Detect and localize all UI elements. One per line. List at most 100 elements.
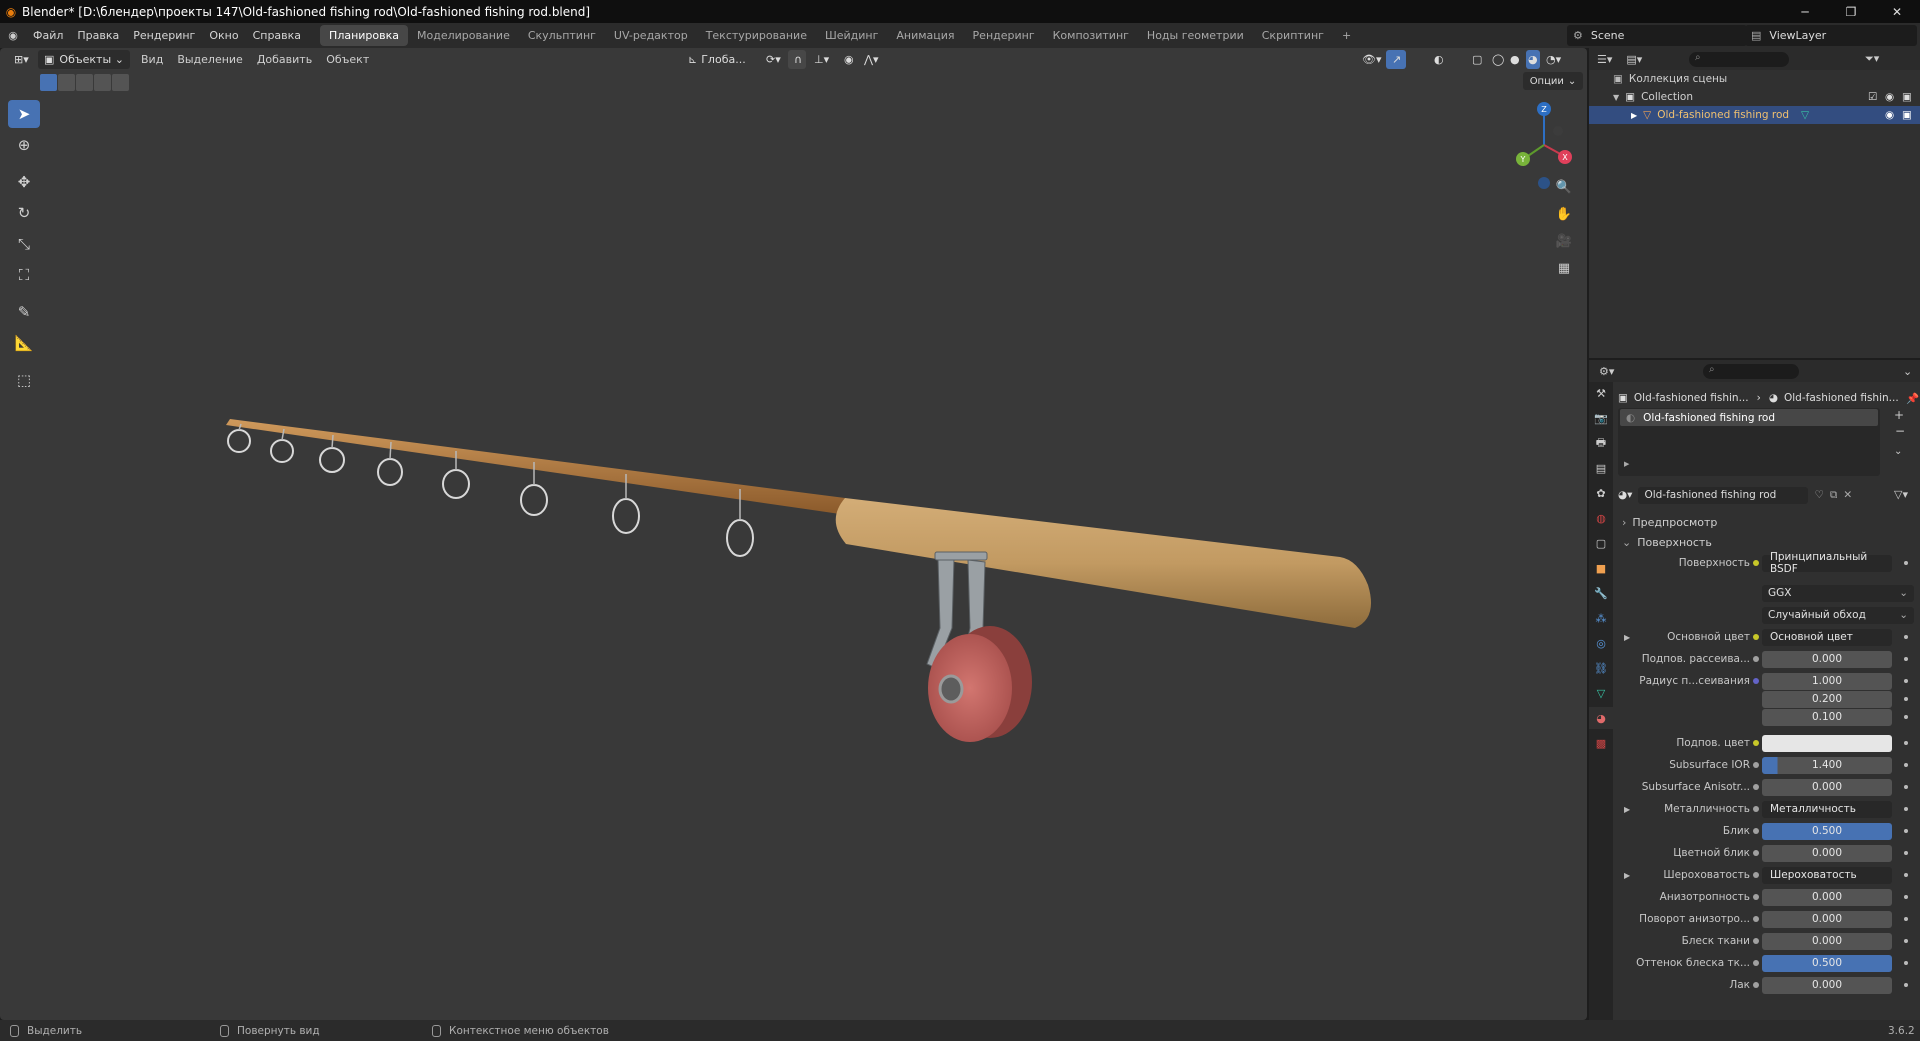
- number-field[interactable]: 0.500: [1762, 954, 1892, 972]
- surface-section-header[interactable]: ⌄ Поверхность: [1614, 532, 1920, 552]
- duplicate-material-icon[interactable]: ⧉: [1830, 489, 1838, 502]
- preview-section-header[interactable]: › Предпросмотр: [1614, 512, 1920, 532]
- render-camera-icon[interactable]: ▣: [1902, 91, 1912, 103]
- socket-dot-icon[interactable]: [1753, 656, 1759, 662]
- socket-dot-icon[interactable]: [1753, 916, 1759, 922]
- socket-dot-icon[interactable]: [1753, 806, 1759, 812]
- pin-icon[interactable]: 📌: [1906, 392, 1919, 405]
- socket-dot-icon[interactable]: [1753, 560, 1759, 566]
- add-workspace-button[interactable]: +: [1333, 25, 1360, 46]
- keyframe-dot-icon[interactable]: [1904, 895, 1908, 899]
- keyframe-dot-icon[interactable]: [1904, 679, 1908, 683]
- socket-dot-icon[interactable]: [1753, 960, 1759, 966]
- keyframe-dot-icon[interactable]: [1904, 635, 1908, 639]
- physics-tab-icon[interactable]: ◎: [1589, 632, 1613, 654]
- remove-slot-button[interactable]: −: [1895, 424, 1905, 438]
- expand-arrow-icon[interactable]: ▶: [1624, 460, 1629, 468]
- mesh-data-icon[interactable]: ▽: [1801, 109, 1809, 121]
- blender-menu-icon[interactable]: ◉: [0, 29, 26, 42]
- unlink-material-icon[interactable]: ✕: [1843, 489, 1852, 501]
- keyframe-dot-icon[interactable]: [1904, 829, 1908, 833]
- keyframe-dot-icon[interactable]: [1904, 763, 1908, 767]
- socket-dot-icon[interactable]: [1753, 872, 1759, 878]
- properties-options-icon[interactable]: ⌄: [1903, 365, 1912, 378]
- menu-edit[interactable]: Правка: [70, 23, 126, 48]
- object-visibility-eye-icon[interactable]: ◉: [1885, 109, 1894, 121]
- property-dropdown[interactable]: Случайный обход ⌄: [1762, 606, 1914, 624]
- object-render-camera-icon[interactable]: ▣: [1902, 109, 1912, 121]
- socket-dot-icon[interactable]: [1753, 894, 1759, 900]
- linked-node-field[interactable]: Шероховатость: [1762, 866, 1892, 884]
- object-tab-icon[interactable]: ■: [1589, 557, 1613, 579]
- zoom-button[interactable]: 🔍: [1550, 174, 1578, 200]
- socket-dot-icon[interactable]: [1753, 828, 1759, 834]
- workspace-tab-sculpting[interactable]: Скульптинг: [519, 25, 605, 46]
- linked-node-field[interactable]: Основной цвет: [1762, 628, 1892, 646]
- socket-dot-icon[interactable]: [1753, 784, 1759, 790]
- visibility-eye-icon[interactable]: ◉: [1885, 91, 1894, 103]
- add-slot-button[interactable]: +: [1894, 408, 1904, 422]
- socket-dot-icon[interactable]: [1753, 740, 1759, 746]
- keyframe-dot-icon[interactable]: [1904, 697, 1908, 701]
- display-mode-icon[interactable]: ▤▾: [1626, 53, 1642, 66]
- material-browse-icon[interactable]: ◕▾: [1618, 489, 1632, 501]
- outliner-search-input[interactable]: ⌕: [1689, 52, 1789, 67]
- properties-editor-type-icon[interactable]: ⚙▾: [1599, 365, 1614, 378]
- gizmo-neg-y[interactable]: [1553, 126, 1563, 136]
- keyframe-dot-icon[interactable]: [1904, 961, 1908, 965]
- menu-file[interactable]: Файл: [26, 23, 70, 48]
- output-tab-icon[interactable]: 🖶: [1589, 432, 1613, 454]
- perspective-toggle-button[interactable]: ▦: [1550, 255, 1578, 281]
- number-field[interactable]: 0.100: [1762, 708, 1892, 726]
- outliner-row-scene-collection[interactable]: ▣ Коллекция сцены: [1589, 70, 1920, 88]
- expand-socket-icon[interactable]: ▶: [1624, 633, 1630, 642]
- expand-socket-icon[interactable]: ▶: [1624, 871, 1630, 880]
- keyframe-dot-icon[interactable]: [1904, 561, 1908, 565]
- number-field[interactable]: 0.000: [1762, 932, 1892, 950]
- socket-dot-icon[interactable]: [1753, 938, 1759, 944]
- keyframe-dot-icon[interactable]: [1904, 657, 1908, 661]
- collection-tab-icon[interactable]: ▢: [1589, 532, 1613, 554]
- material-slot-row[interactable]: ◐ Old-fashioned fishing rod: [1620, 409, 1878, 426]
- outliner-editor-type-icon[interactable]: ☰▾: [1597, 53, 1612, 66]
- number-field[interactable]: 0.000: [1762, 976, 1892, 994]
- workspace-tab-compositing[interactable]: Композитинг: [1044, 25, 1138, 46]
- constraints-tab-icon[interactable]: ⛓: [1589, 657, 1613, 679]
- workspace-tab-geometry-nodes[interactable]: Ноды геометрии: [1138, 25, 1253, 46]
- number-field[interactable]: 0.000: [1762, 888, 1892, 906]
- keyframe-dot-icon[interactable]: [1904, 851, 1908, 855]
- socket-dot-icon[interactable]: [1753, 678, 1759, 684]
- gizmo-neg-z[interactable]: [1538, 177, 1550, 189]
- color-swatch[interactable]: [1762, 734, 1892, 752]
- close-window-button[interactable]: ✕: [1874, 0, 1920, 23]
- workspace-tab-layout[interactable]: Планировка: [320, 25, 409, 46]
- number-field[interactable]: 1.000: [1762, 672, 1892, 690]
- camera-view-button[interactable]: 🎥: [1550, 228, 1578, 254]
- modifier-tab-icon[interactable]: 🔧: [1589, 582, 1613, 604]
- filter-icon[interactable]: ⏷▾: [1865, 52, 1879, 66]
- material-datablock-selector[interactable]: ◕▾ Old-fashioned fishing rod ♡ ⧉ ✕: [1618, 486, 1876, 504]
- number-field[interactable]: 0.000: [1762, 778, 1892, 796]
- outliner-row-object[interactable]: ▶ ▽ Old-fashioned fishing rod ▽ ◉ ▣: [1589, 106, 1920, 124]
- 3d-viewport[interactable]: ⊞▾ ▣ Объекты ⌄ Вид Выделение Добавить Об…: [0, 48, 1587, 1020]
- keyframe-dot-icon[interactable]: [1904, 807, 1908, 811]
- socket-dot-icon[interactable]: [1753, 762, 1759, 768]
- workspace-tab-uv-editing[interactable]: UV-редактор: [605, 25, 697, 46]
- checkbox-icon[interactable]: ☑: [1868, 91, 1877, 103]
- world-tab-icon[interactable]: ◍: [1589, 507, 1613, 529]
- number-field[interactable]: 0.200: [1762, 690, 1892, 708]
- workspace-tab-animation[interactable]: Анимация: [887, 25, 963, 46]
- fishing-rod-model[interactable]: [0, 48, 1587, 1020]
- material-name-field[interactable]: Old-fashioned fishing rod: [1638, 486, 1809, 504]
- expand-socket-icon[interactable]: ▶: [1624, 805, 1630, 814]
- render-tab-icon[interactable]: 📷: [1589, 407, 1613, 429]
- pan-button[interactable]: ✋: [1550, 201, 1578, 227]
- workspace-tab-scripting[interactable]: Скриптинг: [1253, 25, 1333, 46]
- keyframe-dot-icon[interactable]: [1904, 715, 1908, 719]
- maximize-button[interactable]: ❐: [1828, 0, 1874, 23]
- number-field[interactable]: 1.400: [1762, 756, 1892, 774]
- keyframe-dot-icon[interactable]: [1904, 983, 1908, 987]
- scene-selector[interactable]: ⚙ Scene: [1567, 25, 1747, 46]
- linked-node-field[interactable]: Металличность: [1762, 800, 1892, 818]
- data-tab-icon[interactable]: ▽: [1589, 682, 1613, 704]
